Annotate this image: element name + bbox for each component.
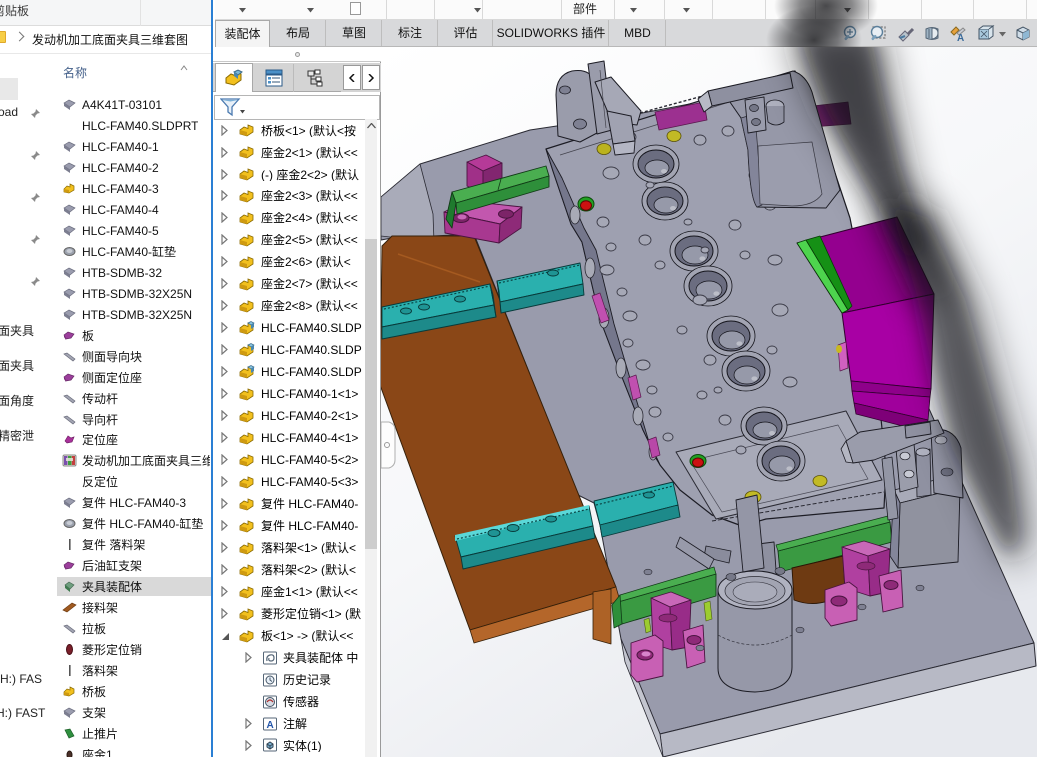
svg-text:A: A (957, 33, 964, 44)
svg-text:A: A (267, 720, 274, 731)
